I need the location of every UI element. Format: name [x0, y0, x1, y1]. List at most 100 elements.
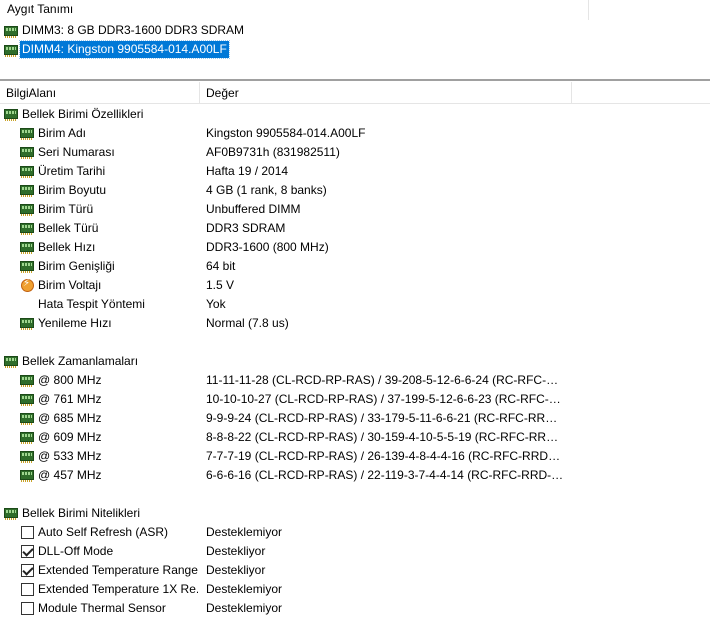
memory-module-icon [20, 260, 34, 273]
property-value: Desteklemiyor [206, 525, 283, 539]
memory-module-icon [20, 374, 34, 387]
property-name: @ 800 MHz [38, 373, 102, 387]
memory-module-icon [20, 469, 34, 482]
checked-checkbox-icon [21, 545, 35, 558]
property-row[interactable]: @ 685 MHz 9-9-9-24 (CL-RCD-RP-RAS) / 33-1… [0, 409, 710, 428]
property-value: 8-8-8-22 (CL-RCD-RP-RAS) / 30-159-4-10-5… [206, 430, 564, 444]
property-row[interactable]: Yenileme Hızı Normal (7.8 us) [0, 314, 710, 333]
memory-module-icon [4, 44, 18, 57]
column-header-value[interactable]: Değer [206, 86, 239, 100]
property-row[interactable]: Birim Voltajı 1.5 V [0, 276, 710, 295]
property-value: Unbuffered DIMM [206, 202, 301, 216]
section-header[interactable]: Bellek Birimi Özellikleri [0, 105, 710, 124]
property-row[interactable]: Bellek Türü DDR3 SDRAM [0, 219, 710, 238]
property-row[interactable]: Birim Genişliği 64 bit [0, 257, 710, 276]
column-divider[interactable] [199, 82, 200, 104]
property-value: AF0B9731h (831982511) [206, 145, 340, 159]
property-name: DLL-Off Mode [38, 544, 114, 558]
memory-module-icon [20, 203, 34, 216]
unchecked-checkbox-icon [21, 602, 35, 615]
memory-module-icon [20, 184, 34, 197]
property-value: 7-7-7-19 (CL-RCD-RP-RAS) / 26-139-4-8-4-… [206, 449, 564, 463]
property-row[interactable]: @ 609 MHz 8-8-8-22 (CL-RCD-RP-RAS) / 30-1… [0, 428, 710, 447]
device-item-dimm3[interactable]: DIMM3: 8 GB DDR3-1600 DDR3 SDRAM [4, 21, 246, 39]
memory-module-icon [20, 393, 34, 406]
property-name: Üretim Tarihi [38, 164, 106, 178]
property-name: Extended Temperature 1X Re... [38, 582, 198, 596]
section-header[interactable]: Bellek Birimi Nitelikleri [0, 504, 710, 523]
checked-checkbox-icon [21, 564, 35, 577]
property-value: 6-6-6-16 (CL-RCD-RP-RAS) / 22-119-3-7-4-… [206, 468, 564, 482]
column-divider[interactable] [571, 82, 572, 104]
property-value: Desteklemiyor [206, 601, 283, 615]
property-name: @ 457 MHz [38, 468, 102, 482]
property-value: Destekliyor [206, 544, 266, 558]
property-value: 10-10-10-27 (CL-RCD-RP-RAS) / 37-199-5-1… [206, 392, 564, 406]
property-row[interactable]: Bellek Hızı DDR3-1600 (800 MHz) [0, 238, 710, 257]
property-value: 64 bit [206, 259, 236, 273]
property-name: Birim Genişliği [38, 259, 115, 273]
property-row[interactable]: @ 533 MHz 7-7-7-19 (CL-RCD-RP-RAS) / 26-1… [0, 447, 710, 466]
memory-module-icon [4, 25, 18, 38]
property-row[interactable]: @ 761 MHz 10-10-10-27 (CL-RCD-RP-RAS) / 3… [0, 390, 710, 409]
section-title: Bellek Zamanlamaları [22, 354, 139, 368]
section-title: Bellek Birimi Özellikleri [22, 107, 144, 121]
memory-module-icon [20, 317, 34, 330]
memory-module-icon [4, 355, 18, 368]
property-name: Birim Voltajı [38, 278, 102, 292]
property-value: Yok [206, 297, 226, 311]
property-name: Auto Self Refresh (ASR) [38, 525, 169, 539]
memory-module-icon [20, 165, 34, 178]
column-header: BilgiAlanı Değer [0, 82, 710, 104]
unchecked-checkbox-icon [21, 583, 35, 596]
property-value: Hafta 19 / 2014 [206, 164, 289, 178]
property-value: 9-9-9-24 (CL-RCD-RP-RAS) / 33-179-5-11-6… [206, 411, 564, 425]
property-name: Yenileme Hızı [38, 316, 112, 330]
property-row[interactable]: DLL-Off Mode Destekliyor [0, 542, 710, 561]
device-description-pane: Aygıt Tanımı DIMM3: 8 GB DDR3-1600 DDR3 … [0, 0, 710, 79]
property-row[interactable]: Seri Numarası AF0B9731h (831982511) [0, 143, 710, 162]
property-name: Extended Temperature Range [38, 563, 198, 577]
property-name: Birim Türü [38, 202, 94, 216]
device-item-label: DIMM4: Kingston 9905584-014.A00LF [19, 39, 230, 59]
property-row[interactable]: Auto Self Refresh (ASR) Desteklemiyor [0, 523, 710, 542]
property-row[interactable]: Üretim Tarihi Hafta 19 / 2014 [0, 162, 710, 181]
property-name: @ 761 MHz [38, 392, 102, 406]
device-description-header[interactable]: Aygıt Tanımı [7, 2, 73, 16]
property-name: Bellek Hızı [38, 240, 96, 254]
property-row[interactable]: Module Thermal Sensor Desteklemiyor [0, 599, 710, 618]
pane-splitter[interactable] [0, 79, 710, 81]
property-value: Desteklemiyor [206, 582, 283, 596]
property-name: @ 533 MHz [38, 449, 102, 463]
document-icon [22, 298, 36, 312]
property-name: Birim Boyutu [38, 183, 107, 197]
property-name: Seri Numarası [38, 145, 115, 159]
property-name: @ 685 MHz [38, 411, 102, 425]
property-name: Hata Tespit Yöntemi [38, 297, 145, 311]
property-value: 1.5 V [206, 278, 235, 292]
memory-module-icon [20, 127, 34, 140]
property-value: DDR3 SDRAM [206, 221, 286, 235]
memory-module-icon [20, 450, 34, 463]
property-row[interactable]: Extended Temperature 1X Re... Desteklemiy… [0, 580, 710, 599]
property-row[interactable]: Birim Adı Kingston 9905584-014.A00LF [0, 124, 710, 143]
unchecked-checkbox-icon [21, 526, 35, 539]
property-row[interactable]: Extended Temperature Range Destekliyor [0, 561, 710, 580]
device-item-label: DIMM3: 8 GB DDR3-1600 DDR3 SDRAM [22, 22, 245, 37]
memory-module-icon [20, 146, 34, 159]
header-divider [588, 0, 589, 20]
memory-module-icon [4, 507, 18, 520]
property-row[interactable]: @ 457 MHz 6-6-6-16 (CL-RCD-RP-RAS) / 22-1… [0, 466, 710, 485]
property-row[interactable]: Hata Tespit Yöntemi Yok [0, 295, 710, 314]
property-row[interactable]: @ 800 MHz 11-11-11-28 (CL-RCD-RP-RAS) / 3… [0, 371, 710, 390]
column-header-field[interactable]: BilgiAlanı [6, 86, 56, 100]
property-value: Destekliyor [206, 563, 266, 577]
voltage-icon [21, 278, 35, 292]
property-row[interactable]: Birim Türü Unbuffered DIMM [0, 200, 710, 219]
memory-module-icon [20, 241, 34, 254]
property-value: DDR3-1600 (800 MHz) [206, 240, 329, 254]
section-header[interactable]: Bellek Zamanlamaları [0, 352, 710, 371]
property-row[interactable]: Birim Boyutu 4 GB (1 rank, 8 banks) [0, 181, 710, 200]
device-item-dimm4[interactable]: DIMM4: Kingston 9905584-014.A00LF [4, 39, 230, 59]
property-name: Bellek Türü [38, 221, 99, 235]
